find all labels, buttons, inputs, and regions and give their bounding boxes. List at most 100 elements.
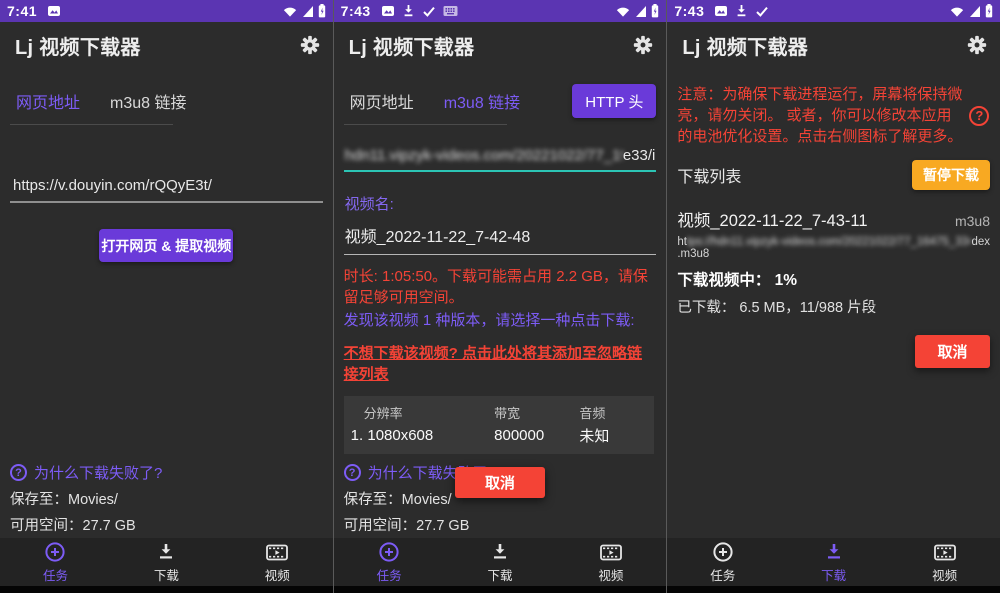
- help-link-label: 为什么下载失败了?: [34, 462, 162, 483]
- http-headers-button[interactable]: HTTP 头: [572, 84, 656, 118]
- col-bandwidth: 带宽: [474, 396, 567, 423]
- add-to-ignore-list-link[interactable]: 不想下载该视频? 点击此处将其添加至忽略链接列表: [344, 342, 657, 384]
- screenshot-icon: [381, 4, 395, 18]
- col-audio: 音频: [567, 396, 654, 423]
- status-right-icons: [950, 4, 993, 18]
- downloaded-amount-text: 已下载： 6.5 MB，11/988 片段: [677, 296, 990, 317]
- film-icon: [599, 541, 623, 563]
- question-circle-icon: ?: [344, 464, 361, 481]
- signal-icon: [968, 5, 981, 18]
- page-content: 网页地址 m3u8 链接 HTTP 头 hdn11.vipzyk-videos.…: [334, 84, 667, 454]
- download-status-icon: [735, 4, 748, 18]
- gesture-strip: [334, 586, 667, 593]
- nav-tab-videos[interactable]: 视频: [889, 538, 1000, 586]
- status-bar: 7:43: [334, 0, 667, 22]
- web-url-input[interactable]: https://v.douyin.com/rQQyE3t/: [10, 177, 323, 203]
- battery-notice-text: 注意：为确保下载进程运行，屏幕将保持微亮，请勿关闭。 或者，你可以修改本应用的电…: [677, 84, 963, 147]
- screenshot-icon: [47, 4, 61, 18]
- resolution-table: 分辨率 带宽 音频 1. 1080x608 800000 未知: [344, 396, 655, 454]
- nav-tab-tasks[interactable]: 任务: [667, 538, 778, 586]
- nav-tab-videos[interactable]: 视频: [222, 538, 333, 586]
- pause-download-button[interactable]: 暂停下载: [912, 160, 990, 190]
- nav-tab-tasks[interactable]: 任务: [334, 538, 445, 586]
- keyboard-status-icon: [443, 5, 458, 17]
- open-and-extract-button[interactable]: 打开网页 & 提取视频: [99, 229, 233, 262]
- app-toolbar: Lj 视频下载器: [334, 22, 667, 68]
- cell-bandwidth[interactable]: 800000: [474, 423, 567, 454]
- app-title: Lj 视频下载器: [15, 31, 141, 60]
- table-header-row: 分辨率 带宽 音频: [344, 396, 655, 423]
- question-circle-icon: ?: [10, 464, 27, 481]
- status-bar: 7:41: [0, 0, 333, 22]
- download-list-label: 下载列表: [677, 163, 741, 187]
- tabs-row: 网页地址 m3u8 链接: [10, 84, 323, 118]
- wifi-icon: [950, 5, 964, 18]
- nav-tab-downloads[interactable]: 下载: [778, 538, 889, 586]
- download-item-format-badge: m3u8: [955, 213, 990, 229]
- status-time: 7:41: [7, 3, 37, 19]
- cell-audio[interactable]: 未知: [567, 423, 654, 454]
- download-item-url: https://hdn11.vipzyk-videos.com/20221022…: [677, 236, 990, 248]
- cancel-button[interactable]: 取消: [915, 335, 990, 368]
- check-status-icon: [755, 5, 769, 18]
- nav-label: 视频: [265, 565, 290, 584]
- download-icon: [155, 541, 177, 563]
- tabs: 网页地址 m3u8 链接: [10, 89, 187, 113]
- video-name-label: 视频名:: [344, 193, 657, 214]
- status-right-icons: [283, 4, 326, 18]
- settings-gear-icon[interactable]: [632, 34, 654, 56]
- nav-tab-videos[interactable]: 视频: [555, 538, 666, 586]
- app-toolbar: Lj 视频下载器: [667, 22, 1000, 68]
- nav-tab-tasks[interactable]: 任务: [0, 538, 111, 586]
- plus-circle-icon: [44, 541, 66, 563]
- screen-m3u8-detected: 7:43 Lj 视频下载器: [334, 0, 668, 593]
- tab-web-address[interactable]: 网页地址: [16, 89, 80, 113]
- nav-label: 任务: [377, 565, 402, 584]
- plus-circle-icon: [378, 541, 400, 563]
- battery-icon: [651, 4, 659, 18]
- m3u8-url-visible-text: e33/i: [623, 147, 656, 164]
- tabs-row: 网页地址 m3u8 链接 HTTP 头: [344, 84, 657, 118]
- download-item-url-line2: .m3u8: [677, 248, 990, 260]
- cell-resolution[interactable]: 1. 1080x608: [344, 423, 474, 454]
- signal-icon: [634, 5, 647, 18]
- settings-gear-icon[interactable]: [299, 34, 321, 56]
- tab-m3u8-link[interactable]: m3u8 链接: [110, 89, 186, 113]
- nav-label: 任务: [710, 565, 735, 584]
- app-toolbar: Lj 视频下载器: [0, 22, 333, 68]
- bottom-nav: 任务 下载 视频: [334, 538, 667, 586]
- versions-notice: 发现该视频 1 种版本，请选择一种点击下载:: [344, 310, 657, 331]
- tab-web-address[interactable]: 网页地址: [350, 89, 414, 113]
- battery-icon: [985, 4, 993, 18]
- cancel-button[interactable]: 取消: [455, 467, 545, 498]
- status-time: 7:43: [674, 3, 704, 19]
- screen-download-list: 7:43 Lj 视频下载器 注意：为确保下载进程: [667, 0, 1000, 593]
- status-bar: 7:43: [667, 0, 1000, 22]
- gesture-strip: [667, 586, 1000, 593]
- battery-help-icon[interactable]: ?: [969, 106, 989, 126]
- nav-label: 任务: [43, 565, 68, 584]
- nav-tab-downloads[interactable]: 下载: [445, 538, 556, 586]
- download-item-title-row: 视频_2022-11-22_7-43-11 m3u8: [677, 207, 990, 231]
- why-download-failed-link[interactable]: ? 为什么下载失败了?: [10, 462, 162, 483]
- col-resolution: 分辨率: [344, 396, 474, 423]
- nav-tab-downloads[interactable]: 下载: [111, 538, 222, 586]
- video-name-input[interactable]: 视频_2022-11-22_7-42-48: [344, 223, 657, 255]
- download-icon: [823, 541, 845, 563]
- nav-label: 下载: [488, 565, 513, 584]
- settings-gear-icon[interactable]: [966, 34, 988, 56]
- duration-size-notice: 时长: 1:05:50。下载可能需占用 2.2 GB，请保留足够可用空间。: [344, 266, 657, 308]
- tab-m3u8-link[interactable]: m3u8 链接: [444, 89, 520, 113]
- gesture-strip: [0, 586, 333, 593]
- cancel-button-wrap: 取消: [677, 335, 990, 368]
- m3u8-url-input[interactable]: hdn11.vipzyk-videos.com/20221022/77_1947…: [344, 147, 657, 172]
- battery-notice-row: 注意：为确保下载进程运行，屏幕将保持微亮，请勿关闭。 或者，你可以修改本应用的电…: [677, 84, 990, 147]
- check-status-icon: [422, 5, 436, 18]
- app-title: Lj 视频下载器: [349, 31, 475, 60]
- status-right-icons: [616, 4, 659, 18]
- status-time: 7:43: [341, 3, 371, 19]
- app-title: Lj 视频下载器: [682, 31, 808, 60]
- table-row[interactable]: 1. 1080x608 800000 未知: [344, 423, 655, 454]
- download-item[interactable]: 视频_2022-11-22_7-43-11 m3u8 https://hdn11…: [677, 207, 990, 368]
- download-icon: [489, 541, 511, 563]
